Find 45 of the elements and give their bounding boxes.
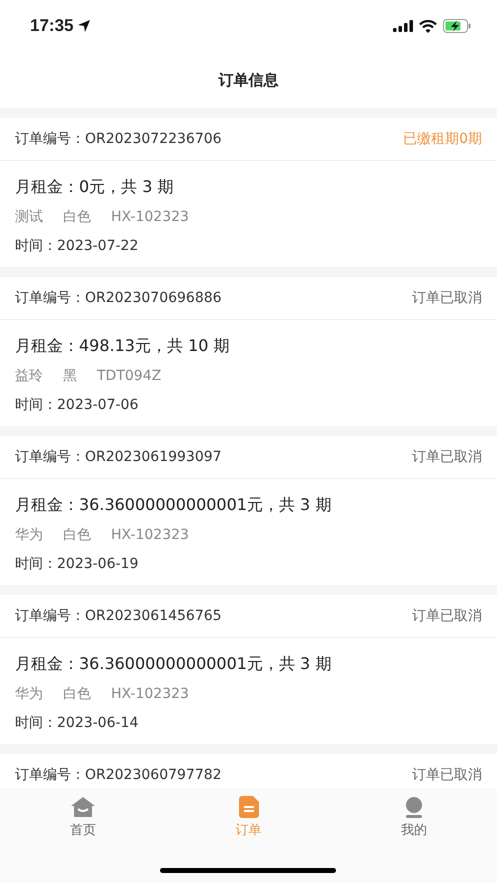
- product-color: 白色: [63, 208, 91, 226]
- battery-icon: [443, 19, 471, 33]
- product-brand: 益玲: [15, 367, 43, 385]
- order-date: 时间：2023-06-14: [15, 714, 138, 732]
- product-model: HX-102323: [111, 527, 189, 543]
- order-number: 订单编号：OR2023070696886: [15, 289, 222, 307]
- status-time: 17:35: [30, 16, 74, 36]
- house-icon: [70, 796, 96, 818]
- product-brand: 华为: [15, 526, 43, 544]
- order-date: 时间：2023-07-06: [15, 396, 138, 414]
- monthly-rent: 月租金：498.13元，共 10 期: [15, 336, 230, 356]
- product-brand: 测试: [15, 208, 43, 226]
- order-status: 订单已取消: [412, 448, 482, 466]
- order-card[interactable]: 订单编号：OR2023070696886 订单已取消 月租金：498.13元，共 10 期 益玲 黑 TDT094Z 时间：2023-07-06: [0, 277, 497, 426]
- order-number: 订单编号：OR2023061456765: [15, 607, 222, 625]
- product-color: 白色: [63, 685, 91, 703]
- monthly-rent: 月租金：36.36000000000001元，共 3 期: [15, 654, 332, 674]
- product-brand: 华为: [15, 685, 43, 703]
- product-model: HX-102323: [111, 209, 189, 225]
- product-model: TDT094Z: [97, 368, 162, 384]
- tab-item[interactable]: 我的: [331, 796, 497, 839]
- page-title: 订单信息: [218, 70, 278, 90]
- order-card[interactable]: 订单编号：OR2023061993097 订单已取消 月租金：36.36000000000001元，共 3 期 华为 白色 HX-102323 时间：2023-06-19: [0, 436, 497, 585]
- wifi-icon: [419, 20, 437, 32]
- product-color: 白色: [63, 526, 91, 544]
- product-color: 黑: [63, 367, 77, 385]
- order-date: 时间：2023-06-19: [15, 555, 138, 573]
- order-status: 订单已取消: [412, 289, 482, 307]
- signal-icon: [393, 20, 413, 32]
- tab-item[interactable]: 首页: [0, 796, 166, 839]
- order-card[interactable]: 订单编号：OR2023061456765 订单已取消 月租金：36.36000000000001元，共 3 期 华为 白色 HX-102323 时间：2023-06-14: [0, 595, 497, 744]
- order-number: 订单编号：OR2023072236706: [15, 130, 222, 148]
- order-status: 订单已取消: [412, 607, 482, 625]
- document-icon: [238, 796, 258, 818]
- order-status: 已缴租期0期: [403, 130, 482, 148]
- monthly-rent: 月租金：0元，共 3 期: [15, 176, 174, 198]
- order-card[interactable]: 订单编号：OR2023060797782 订单已取消: [0, 754, 497, 788]
- order-date: 时间：2023-07-22: [15, 237, 138, 255]
- order-number: 订单编号：OR2023061993097: [15, 448, 222, 466]
- monthly-rent: 月租金：36.36000000000001元，共 3 期: [15, 494, 332, 516]
- location-arrow-icon: [77, 19, 92, 33]
- product-model: HX-102323: [111, 686, 189, 702]
- order-number: 订单编号：OR2023060797782: [15, 766, 222, 784]
- order-card[interactable]: 订单编号：OR2023072236706 已缴租期0期 月租金：0元，共 3 期 测试 白色 HX-102323 时间：2023-07-22: [0, 118, 497, 267]
- order-status: 订单已取消: [412, 766, 482, 784]
